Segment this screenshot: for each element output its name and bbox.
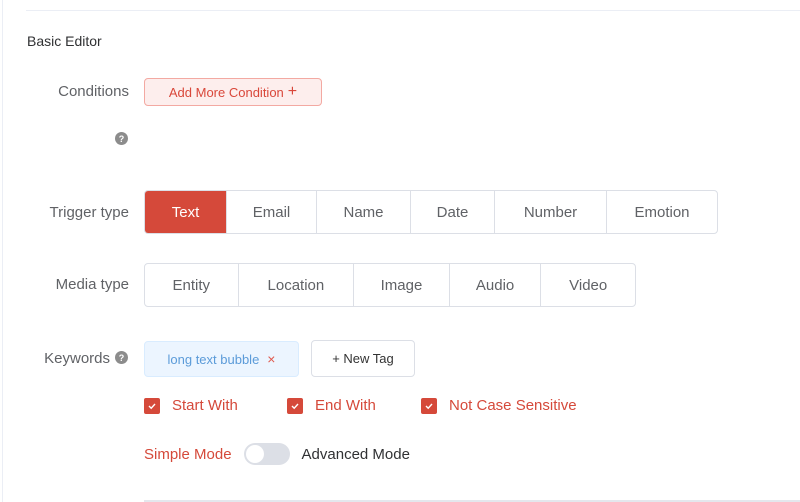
section-title: Basic Editor — [27, 33, 102, 49]
keywords-label: Keywords — [44, 350, 110, 367]
media-type-label: Media type — [55, 276, 129, 293]
checkbox-checked-icon — [287, 397, 303, 414]
media-option-image[interactable]: Image — [354, 264, 450, 306]
conditions-label: Conditions — [58, 83, 129, 100]
checkbox-not-case-sensitive[interactable]: Not Case Sensitive — [421, 397, 577, 414]
trigger-option-name[interactable]: Name — [317, 191, 411, 233]
advanced-mode-label[interactable]: Advanced Mode — [302, 446, 410, 463]
checkbox-label: Start With — [172, 397, 238, 414]
trigger-option-text[interactable]: Text — [145, 191, 227, 233]
checkbox-start-with[interactable]: Start With — [144, 397, 238, 414]
add-more-condition-button[interactable]: Add More Condition + — [144, 78, 322, 106]
checkbox-end-with[interactable]: End With — [287, 397, 376, 414]
plus-icon: + — [287, 83, 298, 100]
trigger-option-email[interactable]: Email — [227, 191, 317, 233]
close-icon[interactable]: × — [267, 351, 275, 367]
add-more-condition-label: Add More Condition — [168, 84, 284, 100]
trigger-option-date[interactable]: Date — [411, 191, 495, 233]
media-option-video[interactable]: Video — [541, 264, 635, 306]
checkbox-checked-icon — [144, 397, 160, 414]
top-divider — [26, 10, 800, 11]
simple-mode-label[interactable]: Simple Mode — [144, 446, 232, 463]
trigger-option-number[interactable]: Number — [495, 191, 607, 233]
checkbox-checked-icon — [421, 397, 437, 414]
keyword-tag-label: long text bubble — [167, 351, 260, 367]
media-option-entity[interactable]: Entity — [145, 264, 239, 306]
question-circle-icon[interactable]: ? — [115, 351, 128, 364]
media-type-selector: Entity Location Image Audio Video — [144, 263, 636, 307]
panel-left-border — [2, 0, 3, 502]
trigger-option-emotion[interactable]: Emotion — [607, 191, 717, 233]
switch-knob — [245, 445, 264, 463]
trigger-type-label: Trigger type — [49, 204, 129, 221]
trigger-type-selector: Text Email Name Date Number Emotion — [144, 190, 718, 234]
keyword-tag: long text bubble × — [144, 341, 299, 377]
new-tag-button[interactable]: + New Tag — [311, 340, 415, 377]
media-option-audio[interactable]: Audio — [450, 264, 542, 306]
checkbox-label: Not Case Sensitive — [449, 397, 577, 414]
checkbox-label: End With — [315, 397, 376, 414]
question-circle-icon[interactable]: ? — [115, 132, 128, 145]
media-option-location[interactable]: Location — [239, 264, 355, 306]
mode-toggle-row: Simple Mode Advanced Mode — [144, 443, 410, 465]
mode-switch[interactable] — [243, 443, 290, 465]
